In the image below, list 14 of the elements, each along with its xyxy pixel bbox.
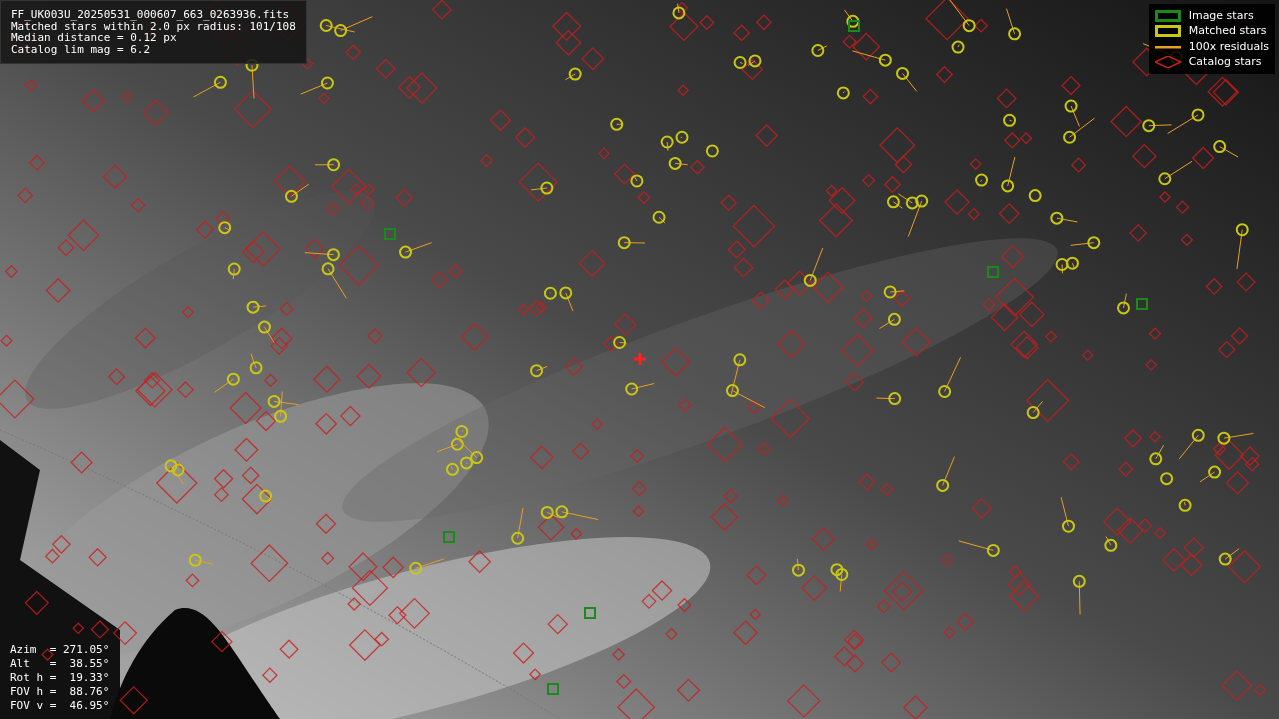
crosshair-icon	[634, 353, 646, 365]
legend-label: Catalog stars	[1188, 54, 1262, 70]
pointing-line: Azim = 271.05°	[10, 643, 110, 657]
legend-label: Matched stars	[1188, 23, 1267, 39]
pointing-line: FOV v = 46.95°	[10, 699, 110, 713]
info-line: FF_UK003U_20250531_000607_663_0263936.fits	[11, 9, 291, 21]
info-line: Catalog lim mag = 6.2	[11, 43, 152, 55]
info-line: Matched stars within 2.0 px radius: 101/108	[11, 20, 296, 32]
pointing-line: Rot h = 19.33°	[10, 671, 110, 685]
info-line: Median distance = 0.12 px	[11, 32, 177, 44]
pointing-line: Alt = 38.55°	[10, 657, 110, 671]
pointing-line: FOV h = 88.76°	[10, 685, 110, 699]
legend-label: Image stars	[1188, 7, 1254, 24]
legend-label: 100x residuals	[1188, 38, 1269, 55]
